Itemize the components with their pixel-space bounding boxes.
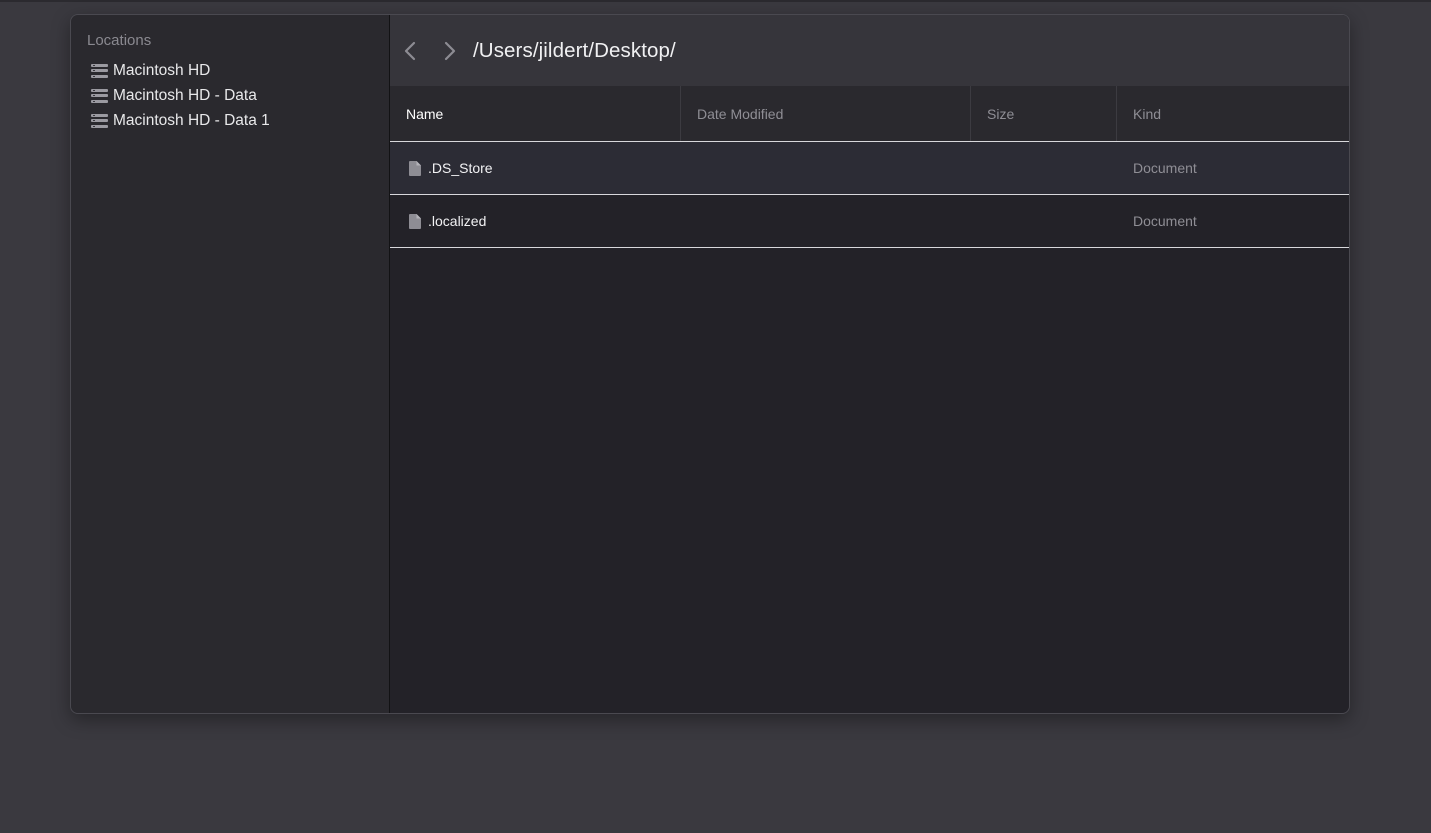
column-header-name[interactable]: Name [390, 86, 681, 141]
sidebar: Locations Macintosh HD Macintosh HD - Da… [71, 15, 390, 713]
document-icon [409, 213, 421, 229]
back-button[interactable] [395, 36, 425, 66]
sidebar-header-locations: Locations [87, 32, 152, 49]
table-row[interactable]: .localized Document [390, 195, 1349, 248]
forward-button[interactable] [435, 36, 465, 66]
sidebar-item-label: Macintosh HD [113, 61, 211, 79]
cell-name: .localized [390, 195, 681, 247]
main-pane: /Users/jildert/Desktop/ Name Date Modifi… [390, 15, 1349, 713]
sidebar-item-macintosh-hd-data[interactable]: Macintosh HD - Data [71, 83, 389, 108]
cell-size [971, 142, 1117, 194]
sidebar-item-label: Macintosh HD - Data 1 [113, 111, 270, 129]
chevron-right-icon [444, 41, 456, 60]
cell-date-modified [681, 142, 971, 194]
toolbar: /Users/jildert/Desktop/ [390, 15, 1349, 86]
sidebar-item-label: Macintosh HD - Data [113, 86, 257, 104]
cell-kind: Document [1133, 160, 1197, 176]
drive-icon [91, 113, 108, 128]
cell-size [971, 195, 1117, 247]
sidebar-item-macintosh-hd[interactable]: Macintosh HD [71, 58, 389, 83]
column-header-date-modified[interactable]: Date Modified [681, 86, 971, 141]
path-breadcrumb[interactable]: /Users/jildert/Desktop/ [473, 39, 676, 63]
cell-date-modified [681, 195, 971, 247]
sidebar-item-macintosh-hd-data-1[interactable]: Macintosh HD - Data 1 [71, 108, 389, 133]
screen-top-edge [0, 0, 1431, 2]
cell-name: .DS_Store [390, 142, 681, 194]
column-header-kind[interactable]: Kind [1117, 86, 1349, 141]
cell-kind: Document [1133, 213, 1197, 229]
file-name: .localized [428, 213, 487, 229]
drive-icon [91, 63, 108, 78]
file-browser-window: Locations Macintosh HD Macintosh HD - Da… [70, 14, 1350, 714]
column-header-size[interactable]: Size [971, 86, 1117, 141]
table-header: Name Date Modified Size Kind [390, 86, 1349, 142]
file-name: .DS_Store [428, 160, 493, 176]
table-row[interactable]: .DS_Store Document [390, 142, 1349, 195]
drive-icon [91, 88, 108, 103]
chevron-left-icon [404, 41, 416, 60]
document-icon [409, 160, 421, 176]
